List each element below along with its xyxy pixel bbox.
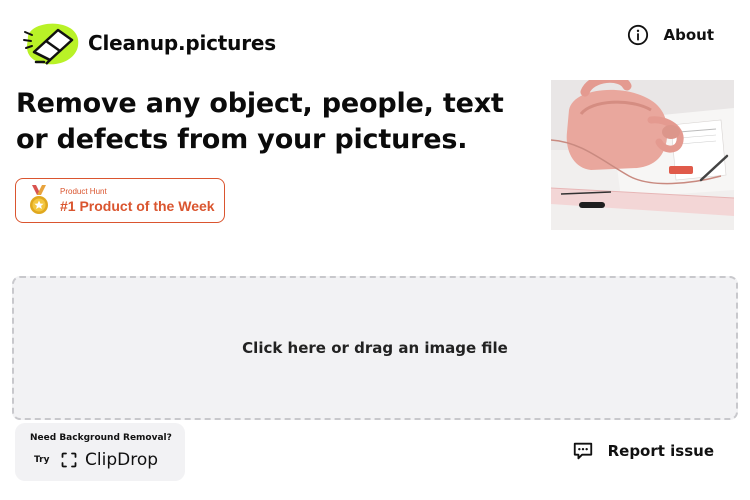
page-title: Remove any object, people, text or defec…: [16, 88, 504, 155]
report-issue-button[interactable]: Report issue: [572, 440, 714, 462]
report-issue-label: Report issue: [607, 442, 714, 460]
info-circle-icon: [628, 24, 649, 46]
clipdrop-icon: [61, 452, 77, 468]
upload-dropzone[interactable]: Click here or drag an image file: [12, 276, 738, 420]
clipdrop-promo-title: Need Background Removal?: [30, 433, 172, 443]
about-button[interactable]: About: [627, 24, 714, 46]
clipdrop-try-label: Try: [34, 455, 50, 465]
clipdrop-promo[interactable]: Need Background Removal? Try ClipDrop: [15, 423, 185, 481]
about-label: About: [663, 26, 714, 44]
clipdrop-name: ClipDrop: [85, 450, 159, 470]
upload-prompt: Click here or drag an image file: [242, 339, 508, 357]
app-logo[interactable]: Cleanup.pictures: [22, 18, 276, 68]
product-of-week-label: #1 Product of the Week: [60, 198, 215, 214]
eraser-icon: [23, 23, 79, 65]
product-hunt-label: Product Hunt: [60, 187, 107, 196]
product-hunt-badge[interactable]: Product Hunt #1 Product of the Week: [15, 178, 225, 223]
hero-image: [551, 80, 734, 230]
chat-bubble-icon: [573, 442, 592, 460]
app-name: Cleanup.pictures: [88, 31, 276, 55]
medal-icon: [30, 184, 48, 214]
